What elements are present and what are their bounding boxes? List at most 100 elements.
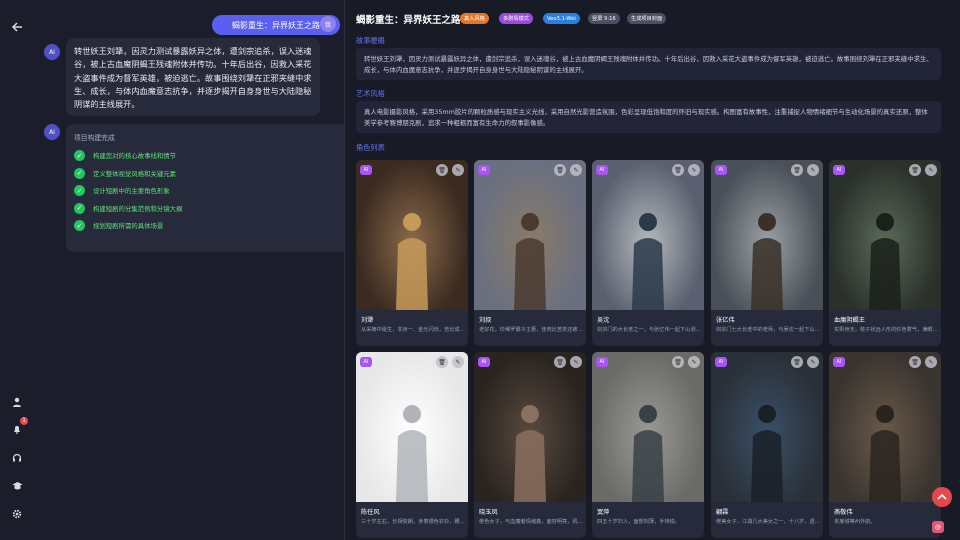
character-card[interactable]: AI 🗑 ✎ 燕敬伟 末度城等州外航。 bbox=[829, 352, 941, 538]
ai-badge: AI bbox=[478, 357, 490, 367]
character-portrait[interactable] bbox=[829, 352, 941, 502]
character-name: 晓玉凤 bbox=[479, 509, 498, 516]
edit-icon[interactable]: ✎ bbox=[452, 356, 464, 368]
gear-icon[interactable] bbox=[9, 506, 25, 522]
character-name: 寞萍 bbox=[597, 509, 610, 516]
character-silhouette bbox=[396, 405, 428, 502]
character-card[interactable]: AI 🗑 ✎ 血魔阴蝎王实则身无，枝子状远人形的红色雾气，满眼红光四射，下身有红色鳞 bbox=[829, 160, 941, 346]
trash-icon[interactable]: 🗑 bbox=[791, 356, 803, 368]
trash-icon[interactable]: 🗑 bbox=[672, 356, 684, 368]
character-portrait[interactable] bbox=[829, 160, 941, 310]
edit-icon[interactable]: ✎ bbox=[688, 356, 700, 368]
story-section-title: 故事梗概 bbox=[356, 36, 385, 45]
character-description: 老好花，珍稀罗爵冷主惠，佳肉比苦茶还被，几十年在牛村庄里，人们和他 bbox=[479, 327, 583, 333]
ai-badge: AI bbox=[596, 357, 608, 367]
character-portrait[interactable] bbox=[711, 352, 823, 502]
tag-mode[interactable]: 多剧情模式 bbox=[499, 13, 533, 24]
ai-badge: AI bbox=[715, 165, 727, 175]
generate-cover-button[interactable]: 生成项目封面 bbox=[627, 13, 667, 24]
edit-icon[interactable]: ✎ bbox=[688, 164, 700, 176]
story-text: 转世妖王刘犟，因灵力测试暴露妖异之体，遭剑宗追杀，误入迷魂谷，被上古血魔阴蝎王残… bbox=[356, 48, 941, 80]
character-portrait[interactable] bbox=[592, 160, 704, 310]
trash-icon[interactable]: 🗑 bbox=[909, 164, 921, 176]
progress-step-label: 构建短剧的分集范例和分镜大纲 bbox=[93, 204, 183, 213]
character-card[interactable]: AI 🗑 ✎ 张亿伟剑宗门七大长老中的老师，与吴沈一起下山测试灵力。 bbox=[711, 160, 823, 346]
tag-style[interactable]: 真人风格 bbox=[460, 13, 489, 24]
edit-icon[interactable]: ✎ bbox=[807, 164, 819, 176]
trash-icon[interactable]: 🗑 bbox=[791, 164, 803, 176]
tag-model[interactable]: Veo3.1-Wei bbox=[543, 13, 580, 24]
character-silhouette bbox=[869, 213, 901, 310]
edit-icon[interactable]: ✎ bbox=[807, 356, 819, 368]
character-portrait[interactable] bbox=[474, 160, 586, 310]
character-portrait[interactable] bbox=[356, 160, 468, 310]
bell-icon[interactable]: 1 bbox=[9, 417, 28, 437]
ai-badge: AI bbox=[478, 165, 490, 175]
progress-step-label: 构建您对的核心故事线和情节 bbox=[93, 152, 177, 160]
character-card[interactable]: AI 🗑 ✎ 刘叔老好花，珍稀罗爵冷主惠，佳肉比苦茶还被，几十年在牛村庄里，人们和他 bbox=[474, 160, 586, 346]
character-name: 刘犟 bbox=[361, 317, 374, 324]
progress-step-label: 定义整体视觉风格和关键元素 bbox=[93, 169, 177, 178]
check-icon: ✓ bbox=[74, 167, 85, 179]
graduation-cap-icon[interactable] bbox=[9, 478, 25, 494]
edit-icon[interactable]: ✎ bbox=[452, 164, 464, 176]
character-name: 血魔阴蝎王 bbox=[834, 317, 865, 324]
ai-badge: AI bbox=[360, 165, 372, 175]
progress-step-label: 规划短剧所需的具体场景 bbox=[93, 222, 164, 230]
character-silhouette bbox=[751, 405, 783, 502]
character-name: 吴沈 bbox=[597, 317, 610, 324]
progress-step: ✓ 规划短剧所需的具体场景 bbox=[74, 220, 352, 231]
ai-badge: AI bbox=[833, 357, 845, 367]
edit-icon[interactable]: ✎ bbox=[570, 356, 582, 368]
character-description: 实则身无，枝子状远人形的红色雾气，满眼红光四射，下身有红色鳞 bbox=[834, 327, 938, 333]
character-silhouette bbox=[751, 213, 783, 310]
character-card[interactable]: AI 🗑 ✎ 翩霖佬美女子，江湖几大美女之一，十八岁，透悟深人。 bbox=[711, 352, 823, 538]
trash-icon[interactable]: 🗑 bbox=[672, 164, 684, 176]
trash-icon[interactable]: 🗑 bbox=[436, 164, 448, 176]
check-icon: ✓ bbox=[74, 202, 85, 214]
character-card[interactable]: AI 🗑 ✎ 刘犟从采摘中诞生，本身一、金光闪烁，苦长成七八岁身高，嚼嘴的衣，赶着牛 bbox=[356, 160, 468, 346]
character-description: 三十岁左右，长相俊朗，身着银色衣衫，腰佩属行霜金城宝剑，身材修长 bbox=[361, 519, 465, 525]
character-description: 四五十岁妇人，面部刻薄，手持锐。 bbox=[597, 519, 681, 525]
headset-icon[interactable] bbox=[9, 450, 25, 466]
style-section-title: 艺术风格 bbox=[356, 89, 385, 98]
character-name: 刘叔 bbox=[479, 317, 492, 324]
character-portrait[interactable] bbox=[711, 160, 823, 310]
trash-icon[interactable]: 🗑 bbox=[554, 356, 566, 368]
tag-aspect[interactable]: 竖屏 9:16 bbox=[588, 13, 620, 24]
progress-header: 项目构建完成 bbox=[74, 134, 115, 142]
roles-section-title: 角色列表 bbox=[356, 143, 385, 152]
character-silhouette bbox=[514, 405, 546, 502]
character-portrait[interactable] bbox=[474, 352, 586, 502]
notification-badge: 1 bbox=[20, 417, 28, 425]
ai-avatar: AI bbox=[44, 44, 60, 60]
character-card[interactable]: AI 🗑 ✎ 陈任风三十岁左右，长相俊朗，身着银色衣衫，腰佩属行霜金城宝剑，身材修长 bbox=[356, 352, 468, 538]
trash-icon[interactable]: 🗑 bbox=[436, 356, 448, 368]
character-name: 翩霖 bbox=[716, 509, 729, 516]
user-avatar: 我 bbox=[320, 16, 336, 32]
character-portrait[interactable] bbox=[592, 352, 704, 502]
character-portrait[interactable] bbox=[356, 352, 468, 502]
user-icon[interactable] bbox=[9, 394, 25, 410]
ai-badge: AI bbox=[596, 165, 608, 175]
character-silhouette bbox=[632, 405, 664, 502]
progress-step: ✓ 定义整体视觉风格和关键元素 bbox=[74, 167, 352, 179]
edit-icon[interactable]: ✎ bbox=[925, 164, 937, 176]
project-panel: 蝎影重生：异界妖王之路 真人风格 多剧情模式 Veo3.1-Wei 竖屏 9:1… bbox=[345, 0, 960, 540]
scroll-top-button[interactable] bbox=[932, 487, 952, 507]
ai-message-story: 转世妖王刘犟，因灵力测试暴露妖异之体，遭剑宗追杀，误入迷魂谷，被上古血魔阴蝎王残… bbox=[66, 38, 320, 116]
edit-icon[interactable]: ✎ bbox=[925, 356, 937, 368]
ai-badge: AI bbox=[833, 165, 845, 175]
trash-icon[interactable]: 🗑 bbox=[909, 356, 921, 368]
ai-message-progress: 项目构建完成 ✓ 构建您对的核心故事线和情节 ✓ 定义整体视觉风格和关键元素 ✓ 设计… bbox=[66, 124, 360, 252]
character-name: 燕敬伟 bbox=[834, 509, 853, 516]
character-card[interactable]: AI 🗑 ✎ 晓玉凤佬色女子，与血魔者情绪鑫，面容明亮，肌肤，肚兜下穿醒霓裳，与刘犟 bbox=[474, 352, 586, 538]
progress-step: ✓ 构建您对的核心故事线和情节 bbox=[74, 150, 352, 161]
edit-icon[interactable]: ✎ bbox=[570, 164, 582, 176]
character-card[interactable]: AI 🗑 ✎ 寞萍四五十岁妇人，面部刻薄，手持锐。 bbox=[592, 352, 704, 538]
app-logo-icon[interactable]: @ bbox=[932, 521, 944, 533]
back-arrow-icon[interactable] bbox=[9, 19, 25, 35]
left-rail: 1 bbox=[0, 0, 34, 540]
trash-icon[interactable]: 🗑 bbox=[554, 164, 566, 176]
character-card[interactable]: AI 🗑 ✎ 吴沈剑宗门的大长老之一，与张亿伟一起下山测试灵力。 bbox=[592, 160, 704, 346]
